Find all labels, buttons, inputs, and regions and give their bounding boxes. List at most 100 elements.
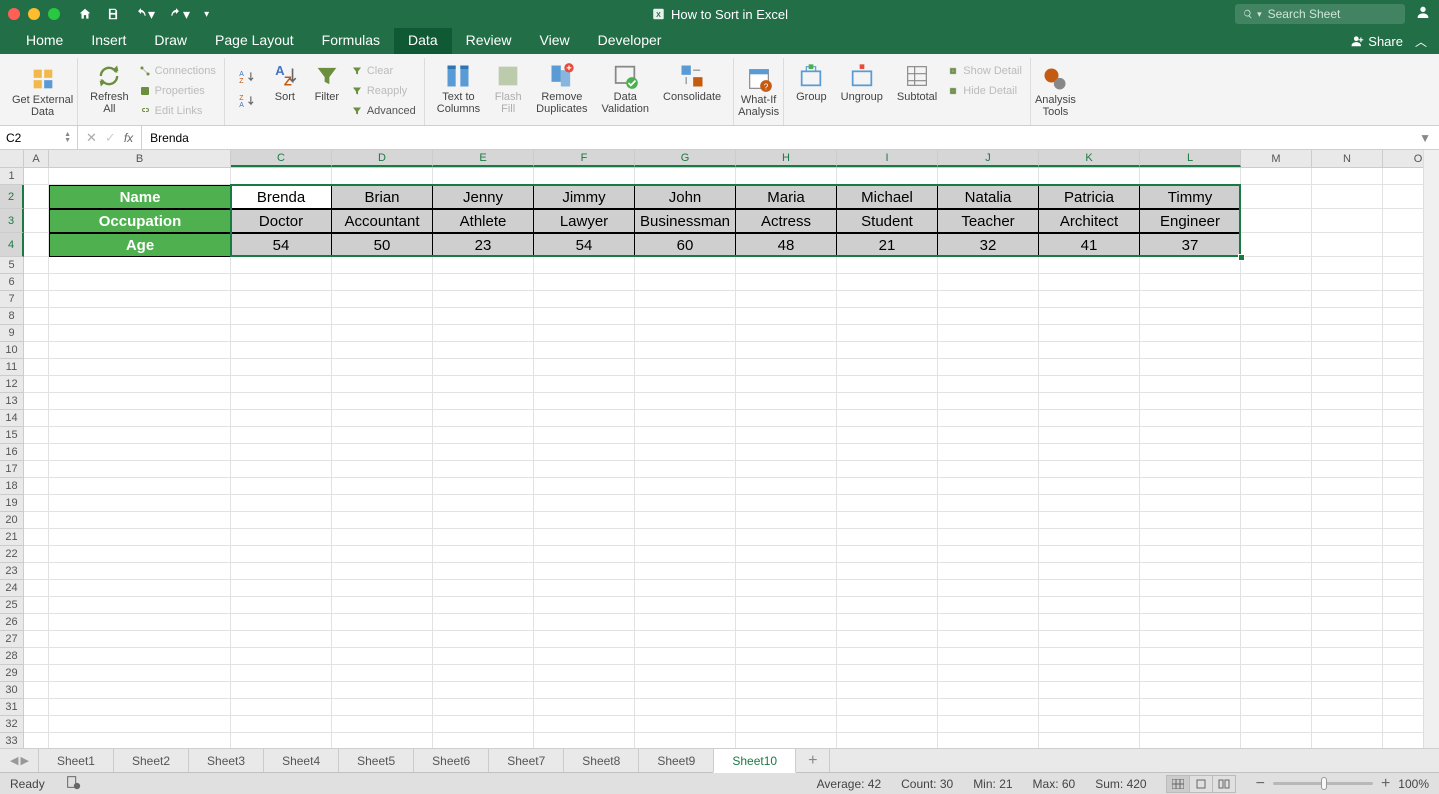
- cell-C22[interactable]: [231, 546, 332, 563]
- cell-K18[interactable]: [1039, 478, 1140, 495]
- name-box[interactable]: C2 ▲▼: [0, 126, 78, 149]
- cell-A4[interactable]: [24, 233, 49, 257]
- cell-C20[interactable]: [231, 512, 332, 529]
- cell-A15[interactable]: [24, 427, 49, 444]
- cell-J13[interactable]: [938, 393, 1039, 410]
- cell-N5[interactable]: [1312, 257, 1383, 274]
- cell-I4[interactable]: 21: [837, 233, 938, 257]
- cell-L3[interactable]: Engineer: [1140, 209, 1241, 233]
- cell-N3[interactable]: [1312, 209, 1383, 233]
- cell-M12[interactable]: [1241, 376, 1312, 393]
- qat-more-icon[interactable]: ▾: [204, 9, 209, 20]
- cell-L31[interactable]: [1140, 699, 1241, 716]
- cell-M32[interactable]: [1241, 716, 1312, 733]
- cell-C11[interactable]: [231, 359, 332, 376]
- cell-A18[interactable]: [24, 478, 49, 495]
- view-normal[interactable]: [1166, 775, 1190, 793]
- cell-I3[interactable]: Student: [837, 209, 938, 233]
- cell-D5[interactable]: [332, 257, 433, 274]
- get-external-data-button[interactable]: Get External Data: [8, 58, 78, 125]
- cell-D23[interactable]: [332, 563, 433, 580]
- cell-N25[interactable]: [1312, 597, 1383, 614]
- cell-M26[interactable]: [1241, 614, 1312, 631]
- row-header-3[interactable]: 3: [0, 209, 24, 233]
- sort-button[interactable]: AZ Sort: [267, 62, 303, 103]
- col-header-D[interactable]: D: [332, 150, 433, 167]
- cell-H11[interactable]: [736, 359, 837, 376]
- sheet-tab-sheet4[interactable]: Sheet4: [263, 749, 339, 772]
- col-header-O[interactable]: O: [1383, 150, 1439, 167]
- cell-H32[interactable]: [736, 716, 837, 733]
- formula-expand-icon[interactable]: ▼: [1411, 131, 1439, 145]
- cell-F29[interactable]: [534, 665, 635, 682]
- edit-links-button[interactable]: Edit Links: [139, 102, 216, 120]
- cell-N14[interactable]: [1312, 410, 1383, 427]
- cell-N2[interactable]: [1312, 185, 1383, 209]
- cell-L15[interactable]: [1140, 427, 1241, 444]
- cell-M24[interactable]: [1241, 580, 1312, 597]
- cell-H17[interactable]: [736, 461, 837, 478]
- cell-K26[interactable]: [1039, 614, 1140, 631]
- cell-J23[interactable]: [938, 563, 1039, 580]
- cell-C32[interactable]: [231, 716, 332, 733]
- col-header-N[interactable]: N: [1312, 150, 1383, 167]
- cell-K14[interactable]: [1039, 410, 1140, 427]
- cell-I33[interactable]: [837, 733, 938, 748]
- cell-N30[interactable]: [1312, 682, 1383, 699]
- cell-A3[interactable]: [24, 209, 49, 233]
- col-header-C[interactable]: C: [231, 150, 332, 167]
- cell-C21[interactable]: [231, 529, 332, 546]
- cell-E14[interactable]: [433, 410, 534, 427]
- cell-D18[interactable]: [332, 478, 433, 495]
- cell-D10[interactable]: [332, 342, 433, 359]
- cell-G6[interactable]: [635, 274, 736, 291]
- cell-G29[interactable]: [635, 665, 736, 682]
- cell-M30[interactable]: [1241, 682, 1312, 699]
- cell-M10[interactable]: [1241, 342, 1312, 359]
- cell-M20[interactable]: [1241, 512, 1312, 529]
- cell-D21[interactable]: [332, 529, 433, 546]
- cell-A33[interactable]: [24, 733, 49, 748]
- cell-C15[interactable]: [231, 427, 332, 444]
- cell-A32[interactable]: [24, 716, 49, 733]
- data-validation-button[interactable]: Data Validation: [598, 62, 654, 115]
- cell-L32[interactable]: [1140, 716, 1241, 733]
- cell-A5[interactable]: [24, 257, 49, 274]
- cell-B13[interactable]: [49, 393, 231, 410]
- spreadsheet-grid[interactable]: ABCDEFGHIJKLMNO 123456789101112131415161…: [0, 150, 1439, 748]
- cell-F24[interactable]: [534, 580, 635, 597]
- cell-M15[interactable]: [1241, 427, 1312, 444]
- cell-H1[interactable]: [736, 168, 837, 185]
- cell-C24[interactable]: [231, 580, 332, 597]
- row-header-26[interactable]: 26: [0, 614, 23, 631]
- cell-K16[interactable]: [1039, 444, 1140, 461]
- cell-D14[interactable]: [332, 410, 433, 427]
- cell-F11[interactable]: [534, 359, 635, 376]
- tab-home[interactable]: Home: [12, 27, 77, 54]
- cell-I5[interactable]: [837, 257, 938, 274]
- cell-D32[interactable]: [332, 716, 433, 733]
- cell-K6[interactable]: [1039, 274, 1140, 291]
- cell-M1[interactable]: [1241, 168, 1312, 185]
- zoom-slider[interactable]: [1273, 782, 1373, 785]
- cell-A27[interactable]: [24, 631, 49, 648]
- cell-F25[interactable]: [534, 597, 635, 614]
- sheet-tab-sheet9[interactable]: Sheet9: [638, 749, 714, 772]
- cell-E18[interactable]: [433, 478, 534, 495]
- cell-G4[interactable]: 60: [635, 233, 736, 257]
- cell-A12[interactable]: [24, 376, 49, 393]
- cell-B14[interactable]: [49, 410, 231, 427]
- cell-E12[interactable]: [433, 376, 534, 393]
- row-header-20[interactable]: 20: [0, 512, 23, 529]
- cell-F15[interactable]: [534, 427, 635, 444]
- tab-page-layout[interactable]: Page Layout: [201, 27, 308, 54]
- row-header-1[interactable]: 1: [0, 168, 23, 185]
- cell-I8[interactable]: [837, 308, 938, 325]
- cell-M16[interactable]: [1241, 444, 1312, 461]
- cell-M33[interactable]: [1241, 733, 1312, 748]
- cell-I27[interactable]: [837, 631, 938, 648]
- zoom-in[interactable]: +: [1381, 775, 1390, 793]
- cell-L25[interactable]: [1140, 597, 1241, 614]
- cell-E13[interactable]: [433, 393, 534, 410]
- cell-G32[interactable]: [635, 716, 736, 733]
